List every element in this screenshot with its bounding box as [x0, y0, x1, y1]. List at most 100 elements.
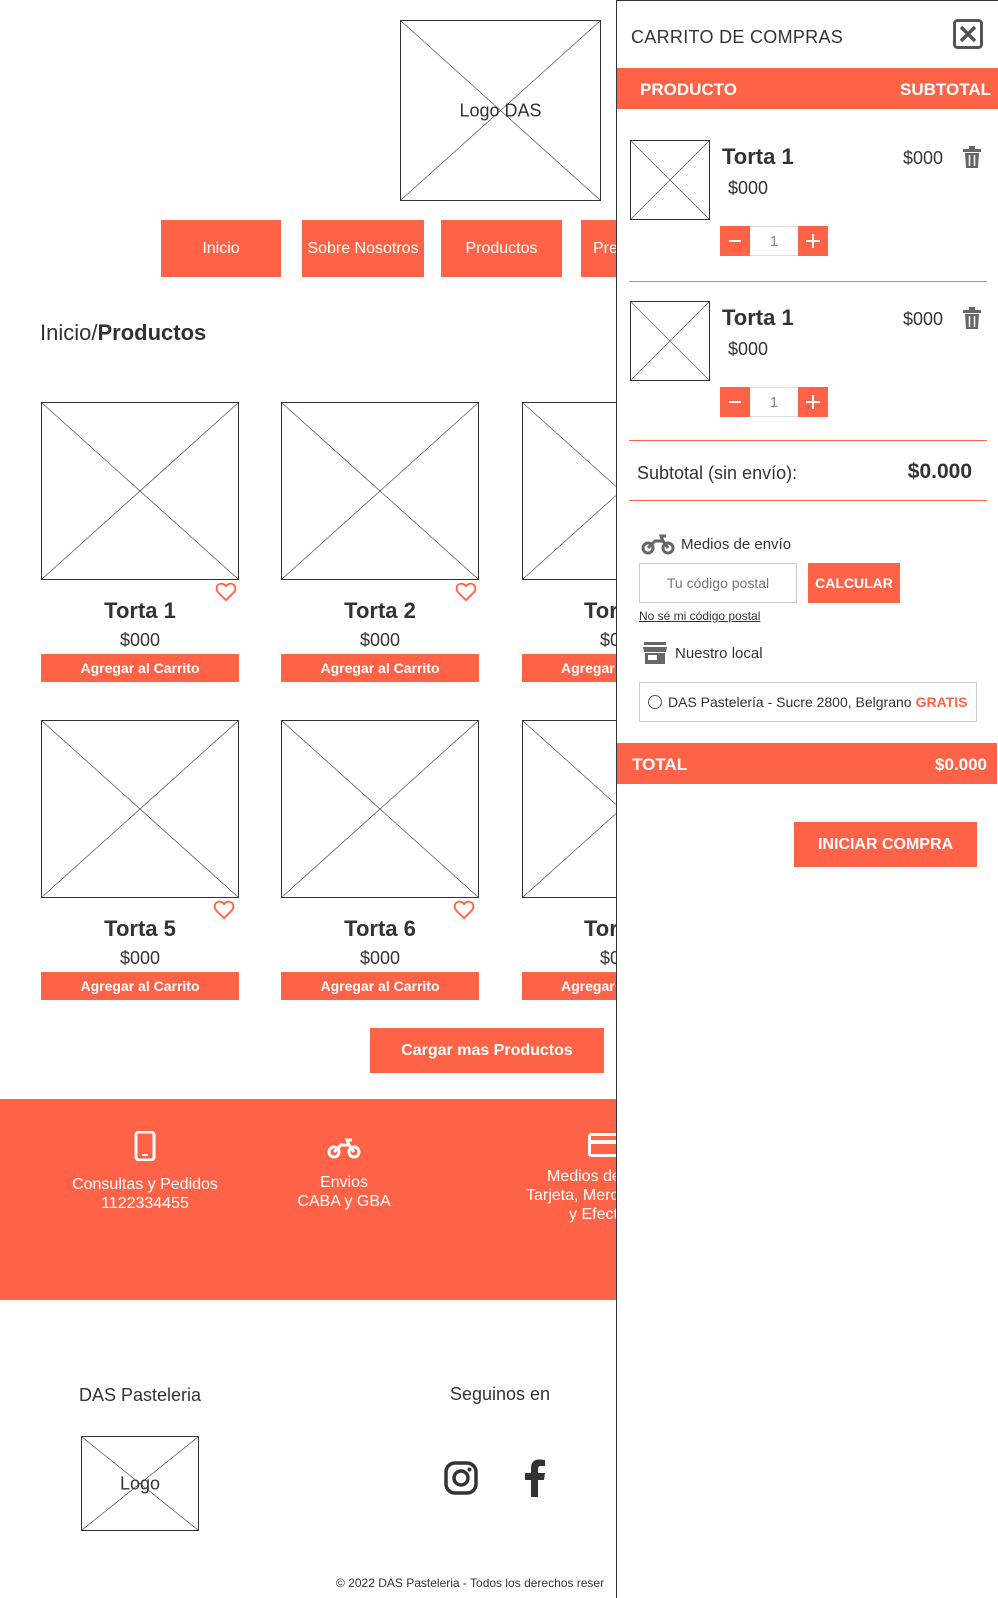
postal-code-input[interactable]: [639, 563, 797, 603]
product-image[interactable]: [41, 720, 239, 898]
breadcrumb-home[interactable]: Inicio/: [40, 320, 97, 345]
nav-sobre-nosotros[interactable]: Sobre Nosotros: [302, 220, 424, 277]
feature-payment-line1: Medios de: [547, 1168, 616, 1185]
cart-item: Torta 1 $000 $000 1: [617, 301, 998, 451]
add-to-cart-button[interactable]: Agregar al Carrito: [41, 654, 239, 682]
cart-item-image: [630, 301, 710, 381]
footer-brand-title: DAS Pasteleria: [78, 1385, 202, 1405]
product-name: Torta 5: [104, 916, 176, 941]
motorcycle-icon: [327, 1138, 361, 1159]
footer-logo-placeholder: Logo: [81, 1436, 199, 1531]
local-pickup-option[interactable]: DAS Pastelería - Sucre 2800, Belgrano GR…: [639, 682, 977, 722]
copyright-text: © 2022 DAS Pasteleria - Todos los derech…: [336, 1576, 605, 1590]
feature-payment-line3: y Efect: [569, 1206, 616, 1223]
plus-icon: [806, 395, 820, 409]
product-name: Torta 6: [344, 916, 416, 941]
logo-label: Logo DAS: [459, 100, 542, 120]
feature-payment-line2: Tarjeta, Merc: [526, 1187, 616, 1204]
product-name: Torta 2: [344, 598, 416, 623]
unknown-postal-code-link[interactable]: No sé mi código postal: [639, 609, 760, 623]
total-label: TOTAL: [632, 755, 688, 774]
start-purchase-button[interactable]: INICIAR COMPRA: [794, 822, 977, 867]
phone-icon: [134, 1131, 156, 1161]
cart-item-subtotal: $000: [902, 309, 943, 329]
product-image[interactable]: [281, 720, 479, 898]
cart-item: Torta 1 $000 $000 1: [617, 140, 998, 290]
cart-header-row: PRODUCTO SUBTOTAL: [617, 68, 998, 109]
nav-inicio[interactable]: Inicio: [161, 220, 281, 277]
product-image[interactable]: [41, 402, 239, 580]
cart-item-price: $000: [728, 339, 769, 359]
feature-contact-line1: Consultas y Pedidos: [72, 1176, 218, 1193]
breadcrumb-current: Productos: [97, 320, 207, 345]
add-to-cart-button[interactable]: Agregar: [522, 654, 616, 682]
product-image[interactable]: [522, 720, 616, 898]
product-price: $000: [359, 630, 401, 650]
plus-icon: [806, 234, 820, 248]
calculate-button[interactable]: CALCULAR: [808, 563, 900, 603]
facebook-icon[interactable]: [524, 1459, 546, 1497]
shipping-label: Medios de envío: [681, 536, 792, 553]
subtotal-value: $0.000: [907, 460, 972, 483]
add-to-cart-button[interactable]: Agregar al Carrito: [281, 654, 479, 682]
minus-icon: [729, 240, 741, 242]
product-image[interactable]: [281, 402, 479, 580]
product-name: Tor: [584, 598, 616, 623]
increase-button[interactable]: [798, 226, 828, 256]
add-to-cart-button[interactable]: Agregar al Carrito: [41, 972, 239, 1000]
cart-title: CARRITO DE COMPRAS: [631, 27, 844, 47]
quantity-stepper: 1: [720, 387, 828, 417]
local-pickup-address: DAS Pastelería - Sucre 2800, Belgrano: [668, 694, 912, 710]
store-icon: [643, 642, 667, 664]
feature-shipping-line1: Envios: [319, 1174, 369, 1191]
instagram-icon[interactable]: [444, 1461, 478, 1495]
decrease-button[interactable]: [720, 387, 750, 417]
increase-button[interactable]: [798, 387, 828, 417]
trash-icon[interactable]: [963, 307, 981, 329]
feature-contact-line2: 1122334455: [101, 1195, 189, 1212]
cart-item-name: Torta 1: [722, 144, 794, 169]
decrease-button[interactable]: [720, 226, 750, 256]
local-store-label: Nuestro local: [675, 645, 763, 662]
footer-social-title: Seguinos en: [449, 1384, 551, 1404]
product-price: $0: [600, 948, 616, 968]
product-image[interactable]: [522, 402, 616, 580]
cart-item-name: Torta 1: [722, 305, 794, 330]
product-card: Tor $0 Agregar: [522, 720, 616, 1002]
quantity-field[interactable]: 1: [750, 226, 798, 256]
product-price: $0: [600, 630, 616, 650]
add-to-cart-button[interactable]: Agregar: [522, 972, 616, 1000]
product-card: Torta 5 $000 Agregar al Carrito: [41, 720, 239, 1000]
divider: [629, 440, 987, 441]
add-to-cart-button[interactable]: Agregar al Carrito: [281, 972, 479, 1000]
feature-contact: Consultas y Pedidos 1122334455: [60, 1131, 230, 1213]
product-card: Torta 6 $000 Agregar al Carrito: [281, 720, 479, 1000]
close-icon[interactable]: [953, 19, 983, 49]
product-price: $000: [119, 948, 161, 968]
product-card: Tor $0 Agregar: [522, 402, 616, 684]
divider: [629, 500, 987, 501]
product-price: $000: [119, 630, 161, 650]
free-badge: GRATIS: [915, 694, 968, 710]
subtotal-label: Subtotal (sin envío):: [637, 463, 798, 483]
feature-shipping-line2: CABA y GBA: [297, 1193, 391, 1210]
divider: [629, 281, 987, 282]
cart-panel: CARRITO DE COMPRAS PRODUCTO SUBTOTAL Tor…: [616, 0, 998, 1598]
load-more-button[interactable]: Cargar mas Productos: [370, 1028, 604, 1073]
cart-item-price: $000: [728, 178, 769, 198]
minus-icon: [729, 401, 741, 403]
cart-item-image: [630, 140, 710, 220]
col-subtotal: SUBTOTAL: [900, 80, 991, 99]
nav-productos[interactable]: Productos: [441, 220, 562, 277]
trash-icon[interactable]: [963, 146, 981, 168]
motorcycle-icon: [641, 534, 675, 555]
quantity-stepper: 1: [720, 226, 828, 256]
product-card: Torta 1 $000 Agregar al Carrito: [41, 402, 239, 682]
product-name: Torta 1: [104, 598, 176, 623]
footer-logo-label: Logo: [119, 1473, 161, 1493]
product-name: Tor: [584, 916, 616, 941]
credit-card-icon: [588, 1133, 616, 1157]
col-product: PRODUCTO: [640, 80, 737, 99]
quantity-field[interactable]: 1: [750, 387, 798, 417]
radio-button[interactable]: [648, 695, 662, 709]
